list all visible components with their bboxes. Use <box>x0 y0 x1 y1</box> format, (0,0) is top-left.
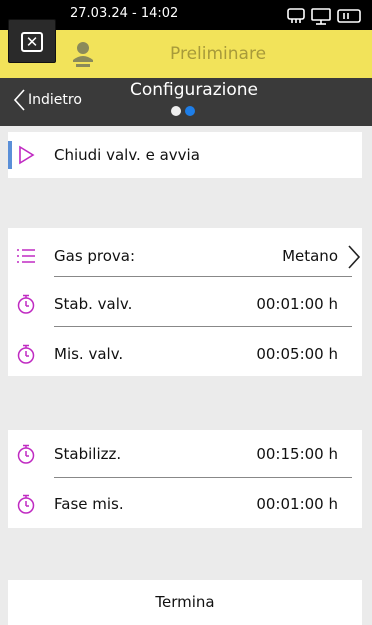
divider <box>54 276 352 277</box>
list-item-stabilizz[interactable]: Stabilizz. 00:15:00 h <box>8 429 362 479</box>
battery-icon <box>337 9 361 23</box>
action-label: Chiudi valv. e avvia <box>54 146 200 164</box>
back-button[interactable]: Indietro <box>12 84 82 116</box>
back-label: Indietro <box>28 92 82 108</box>
close-icon: ✕ <box>21 32 43 52</box>
timer-icon <box>17 294 35 314</box>
page-title: Configurazione <box>130 80 259 100</box>
play-icon <box>19 145 35 165</box>
gas-label: Gas prova: <box>54 247 136 265</box>
stabilizz-label: Stabilizz. <box>54 445 122 463</box>
focus-marker <box>8 141 12 169</box>
mode-label: Preliminare <box>170 44 267 64</box>
gas-value: Metano <box>282 247 338 265</box>
close-button[interactable]: ✕ <box>8 19 56 63</box>
list-item-stab-valve[interactable]: Stab. valv. 00:01:00 h <box>8 279 362 329</box>
page-indicator <box>171 106 195 116</box>
fase-mis-label: Fase mis. <box>54 495 124 513</box>
mis-valve-label: Mis. valv. <box>54 345 124 363</box>
chevron-left-icon <box>13 89 25 111</box>
system-icons <box>287 8 361 25</box>
list-item-gas[interactable]: Gas prova: Metano <box>8 231 362 281</box>
stab-valve-label: Stab. valv. <box>54 295 133 313</box>
fase-mis-value: 00:01:00 h <box>256 495 338 513</box>
timer-icon <box>17 344 35 364</box>
stabilizz-value: 00:15:00 h <box>256 445 338 463</box>
mis-valve-value: 00:05:00 h <box>256 345 338 363</box>
timer-icon <box>17 494 35 514</box>
list-icon <box>17 249 35 263</box>
chevron-right-icon[interactable] <box>346 244 362 270</box>
operator-icon <box>73 42 93 67</box>
timer-icon <box>17 444 35 464</box>
datetime: 27.03.24 - 14:02 <box>70 6 179 21</box>
terminate-button[interactable]: Termina <box>8 580 362 625</box>
close-valve-start-row[interactable]: Chiudi valv. e avvia <box>8 130 362 180</box>
stab-valve-value: 00:01:00 h <box>256 295 338 313</box>
memory-icon <box>287 8 305 23</box>
list-item-fase-mis[interactable]: Fase mis. 00:01:00 h <box>8 479 362 529</box>
divider <box>54 326 352 327</box>
list-item-mis-valve[interactable]: Mis. valv. 00:05:00 h <box>8 329 362 379</box>
divider <box>54 477 352 478</box>
monitor-icon <box>311 8 331 25</box>
